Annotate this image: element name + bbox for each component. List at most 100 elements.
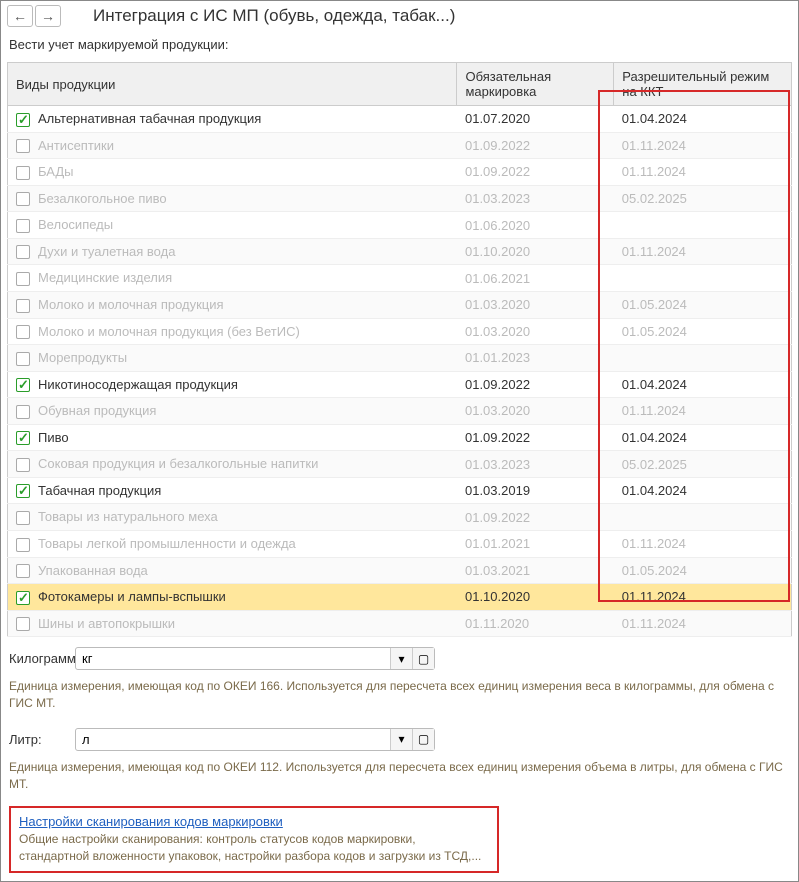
product-checkbox[interactable] [16,299,30,313]
product-name: Велосипеды [38,217,113,232]
table-row[interactable]: Морепродукты 01.01.2023 [8,345,792,372]
marking-date: 01.11.2020 [457,610,614,637]
table-row[interactable]: Табачная продукция 01.03.201901.04.2024 [8,477,792,504]
kilogram-hint: Единица измерения, имеющая код по ОКЕИ 1… [1,676,798,722]
product-name: Товары из натурального меха [38,509,218,524]
scan-settings-box: Настройки сканирования кодов маркировки … [9,806,499,873]
table-row[interactable]: Антисептики01.09.202201.11.2024 [8,132,792,159]
back-button[interactable]: ← [7,5,33,27]
kilogram-open-button[interactable]: ▢ [412,648,434,669]
table-row[interactable]: Молоко и молочная продукция (без ВетИС) 0… [8,318,792,345]
open-icon: ▢ [418,732,429,746]
liter-hint: Единица измерения, имеющая код по ОКЕИ 1… [1,757,798,803]
product-checkbox[interactable] [16,564,30,578]
product-name: Молоко и молочная продукция [38,297,224,312]
product-checkbox[interactable] [16,113,30,127]
table-row[interactable]: Шины и автопокрышки 01.11.202001.11.2024 [8,610,792,637]
scan-settings-link[interactable]: Настройки сканирования кодов маркировки [19,814,283,829]
liter-input[interactable] [76,729,390,750]
kkt-date: 01.05.2024 [614,557,792,584]
liter-row: Литр: ▾ ▢ [1,722,798,757]
marking-date: 01.01.2021 [457,531,614,558]
table-row[interactable]: Молоко и молочная продукция01.03.202001.… [8,291,792,318]
product-checkbox[interactable] [16,538,30,552]
table-row[interactable]: Упакованная вода01.03.202101.05.2024 [8,557,792,584]
product-checkbox[interactable] [16,272,30,286]
kkt-date: 01.11.2024 [614,584,792,611]
kilogram-label: Килограмм: [9,651,69,666]
kilogram-dropdown-button[interactable]: ▾ [390,648,412,669]
arrow-right-icon: → [41,8,55,24]
table-row[interactable]: Духи и туалетная вода01.10.202001.11.202… [8,238,792,265]
subtitle: Вести учет маркируемой продукции: [1,31,798,58]
marking-date: 01.09.2022 [457,371,614,398]
col-header-marking[interactable]: Обязательная маркировка [457,63,614,106]
kkt-date: 01.11.2024 [614,398,792,425]
table-row[interactable]: Товары легкой промышленности и одежда 01.… [8,531,792,558]
table-row[interactable]: Соковая продукция и безалкогольные напит… [8,451,792,478]
kkt-date: 01.05.2024 [614,318,792,345]
product-checkbox[interactable] [16,325,30,339]
marking-date: 01.03.2019 [457,477,614,504]
marking-date: 01.03.2020 [457,318,614,345]
kkt-date: 01.04.2024 [614,106,792,133]
marking-date: 01.03.2023 [457,185,614,212]
product-checkbox[interactable] [16,139,30,153]
forward-button[interactable]: → [35,5,61,27]
product-checkbox[interactable] [16,378,30,392]
kilogram-input[interactable] [76,648,390,669]
table-row[interactable]: Велосипеды 01.06.2020 [8,212,792,239]
table-row[interactable]: Альтернативная табачная продукция01.07.2… [8,106,792,133]
kkt-date [614,265,792,292]
product-checkbox[interactable] [16,617,30,631]
product-name: Товары легкой промышленности и одежда [38,536,296,551]
product-name: БАДы [38,164,74,179]
kilogram-row: Килограмм: ▾ ▢ [1,641,798,676]
liter-open-button[interactable]: ▢ [412,729,434,750]
table-row[interactable]: Обувная продукция 01.03.202001.11.2024 [8,398,792,425]
product-checkbox[interactable] [16,511,30,525]
product-checkbox[interactable] [16,405,30,419]
table-row[interactable]: Пиво01.09.202201.04.2024 [8,424,792,451]
kkt-date [614,345,792,372]
table-row[interactable]: Никотиносодержащая продукция01.09.202201… [8,371,792,398]
product-table: Виды продукции Обязательная маркировка Р… [7,62,792,637]
product-name: Табачная продукция [38,483,161,498]
kkt-date: 01.04.2024 [614,477,792,504]
marking-date: 01.03.2020 [457,398,614,425]
kkt-date: 01.11.2024 [614,159,792,186]
marking-date: 01.09.2022 [457,159,614,186]
kkt-date: 05.02.2025 [614,185,792,212]
table-row[interactable]: Фотокамеры и лампы-вспышки01.10.202001.1… [8,584,792,611]
liter-dropdown-button[interactable]: ▾ [390,729,412,750]
marking-date: 01.01.2023 [457,345,614,372]
product-checkbox[interactable] [16,431,30,445]
marking-date: 01.06.2021 [457,265,614,292]
product-name: Шины и автопокрышки [38,616,175,631]
chevron-down-icon: ▾ [398,652,404,666]
table-row[interactable]: Товары из натурального меха 01.09.2022 [8,504,792,531]
product-checkbox[interactable] [16,245,30,259]
product-name: Обувная продукция [38,403,156,418]
marking-date: 01.06.2020 [457,212,614,239]
product-checkbox[interactable] [16,192,30,206]
product-checkbox[interactable] [16,352,30,366]
table-row[interactable]: БАДы 01.09.202201.11.2024 [8,159,792,186]
product-checkbox[interactable] [16,484,30,498]
table-row[interactable]: Безалкогольное пиво01.03.202305.02.2025 [8,185,792,212]
product-name: Молоко и молочная продукция (без ВетИС) [38,324,300,339]
chevron-down-icon: ▾ [398,732,404,746]
product-checkbox[interactable] [16,591,30,605]
product-name: Морепродукты [38,350,127,365]
table-row[interactable]: Медицинские изделия01.06.2021 [8,265,792,292]
col-header-product[interactable]: Виды продукции [8,63,457,106]
marking-date: 01.09.2022 [457,504,614,531]
product-name: Духи и туалетная вода [38,244,175,259]
kkt-date: 01.11.2024 [614,610,792,637]
liter-label: Литр: [9,732,69,747]
product-checkbox[interactable] [16,166,30,180]
page-title: Интеграция с ИС МП (обувь, одежда, табак… [93,6,455,26]
product-checkbox[interactable] [16,219,30,233]
product-checkbox[interactable] [16,458,30,472]
col-header-kkt[interactable]: Разрешительный режим на ККТ [614,63,792,106]
